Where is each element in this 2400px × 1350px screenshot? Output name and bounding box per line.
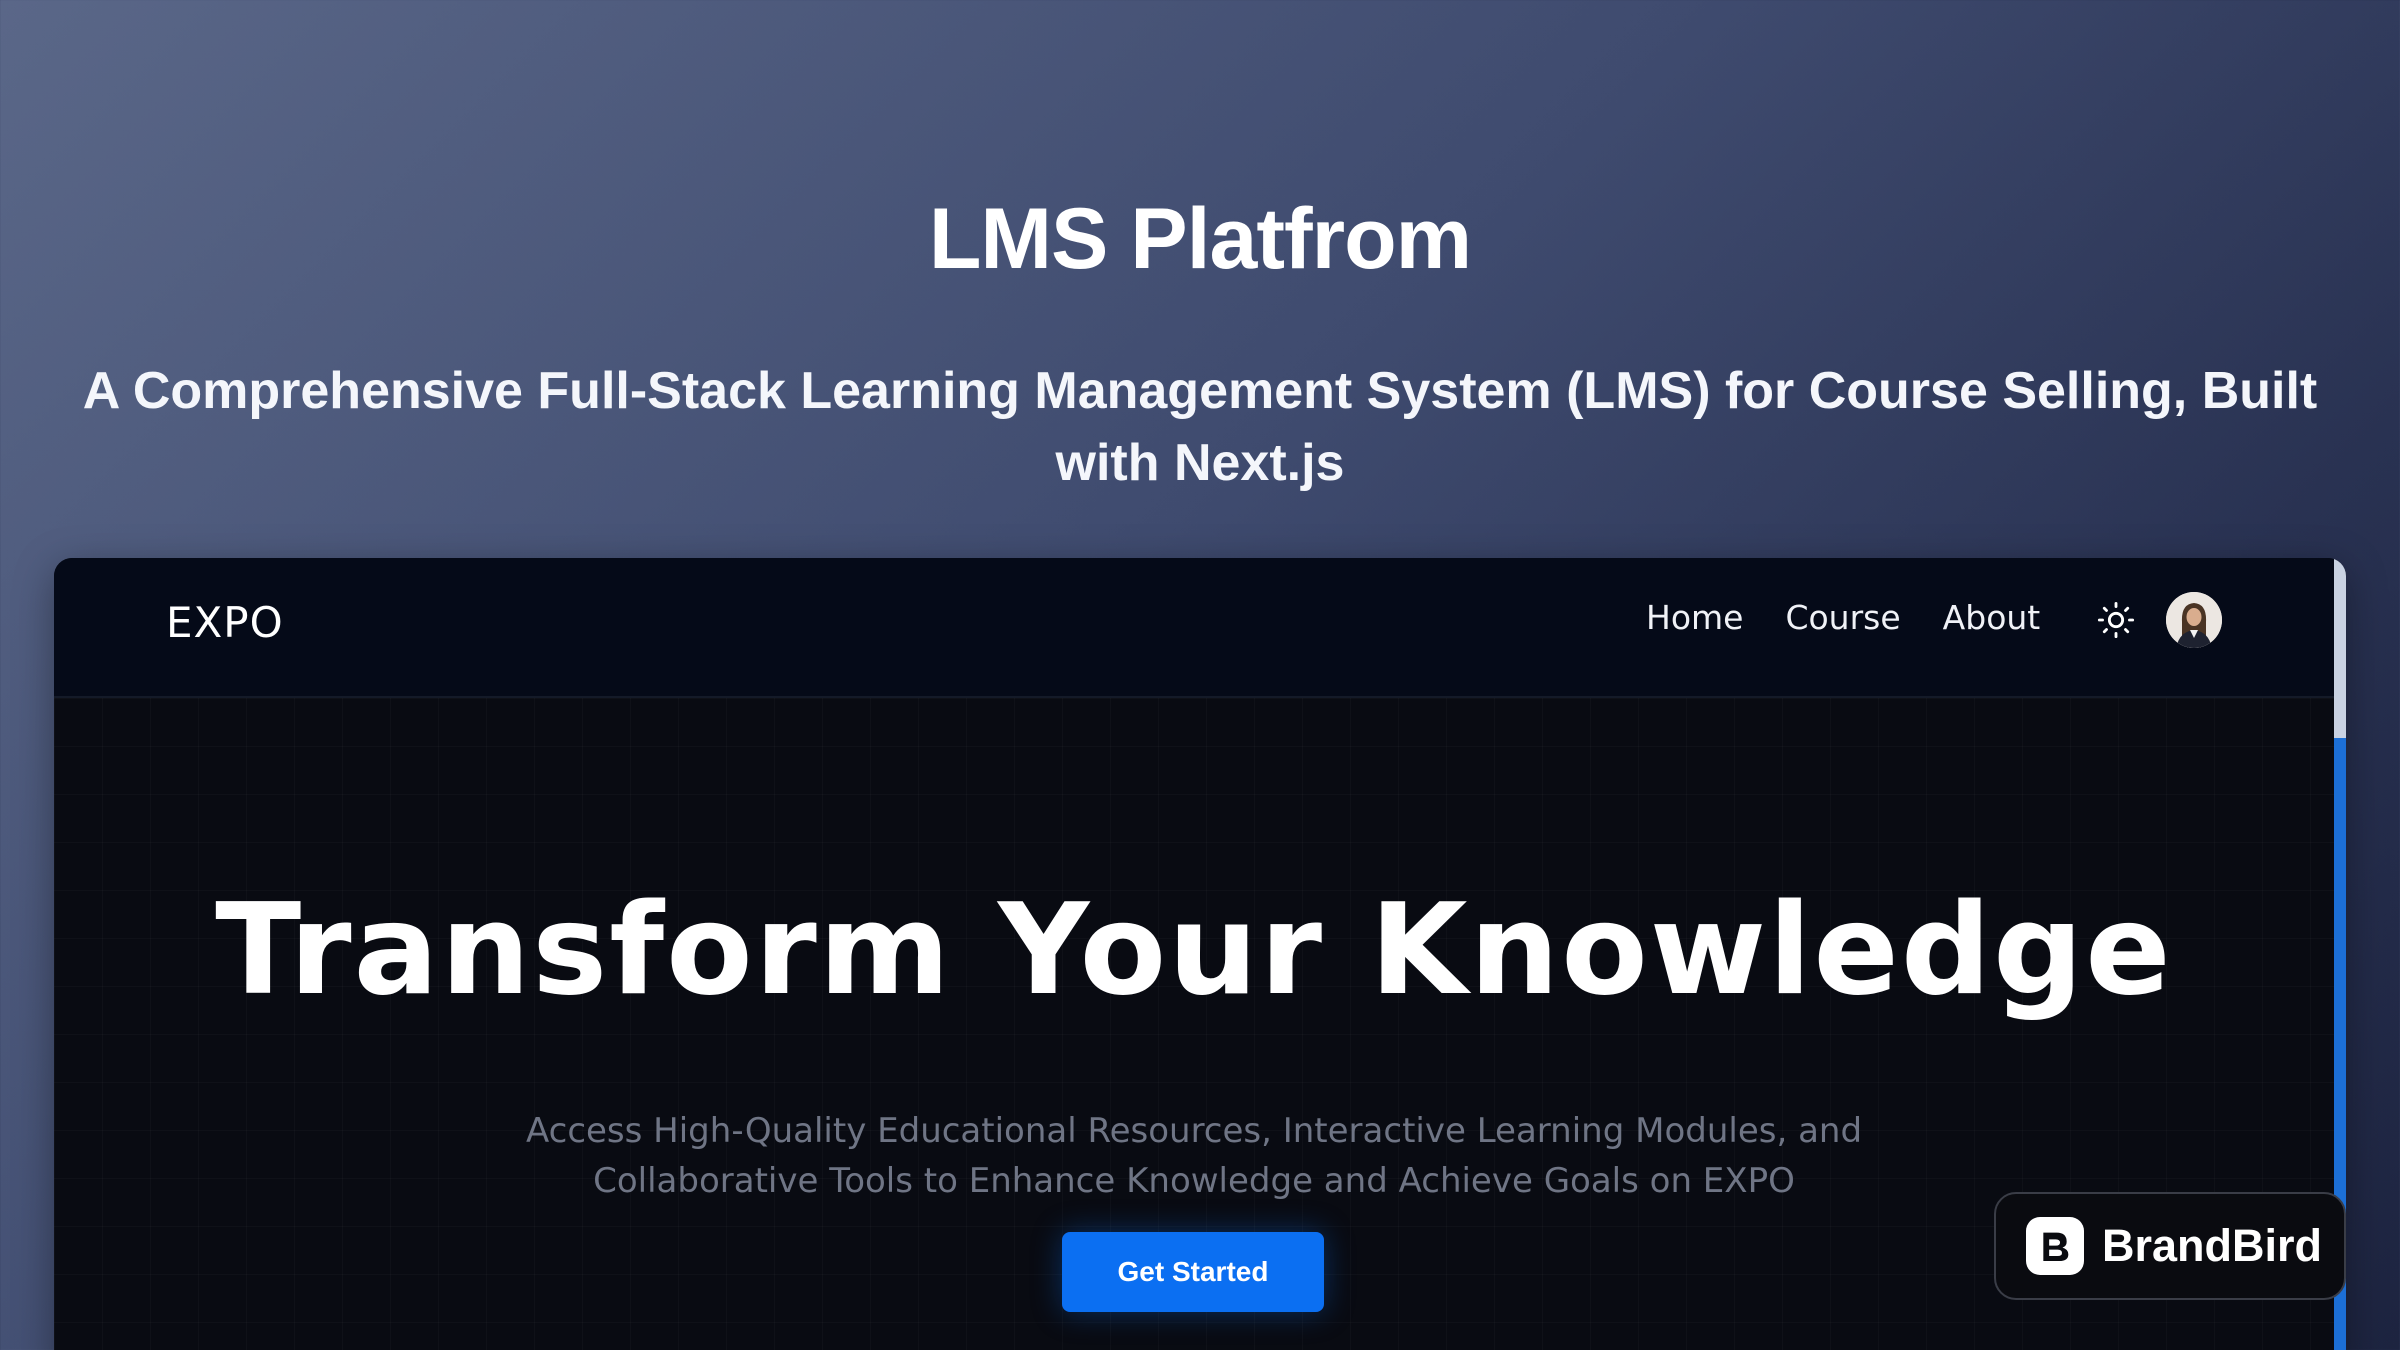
nav-link-course[interactable]: Course	[1785, 598, 1900, 637]
scrollbar-thumb[interactable]	[2334, 558, 2346, 738]
brandbird-name: BrandBird	[2102, 1220, 2323, 1271]
get-started-button[interactable]: Get Started	[1062, 1232, 1324, 1312]
brandbird-badge[interactable]: BrandBird	[1994, 1192, 2346, 1300]
nav-link-home[interactable]: Home	[1646, 598, 1743, 637]
main-heading: Transform Your Knowledge	[215, 876, 2173, 1023]
site-logo[interactable]: EXPO	[166, 598, 284, 647]
hero-title: LMS Platfrom	[928, 191, 1472, 287]
sun-icon	[2097, 601, 2135, 639]
user-avatar[interactable]	[2166, 592, 2222, 648]
avatar-icon	[2166, 592, 2222, 648]
site-navbar: EXPO Home Course About	[54, 558, 2334, 698]
brandbird-logo-icon	[2026, 1217, 2084, 1275]
theme-toggle-button[interactable]	[2088, 592, 2144, 648]
nav-links: Home Course About	[1646, 598, 2040, 637]
nav-link-about[interactable]: About	[1943, 598, 2041, 637]
hero-subtitle: A Comprehensive Full-Stack Learning Mana…	[82, 362, 2318, 492]
main-description: Access High-Quality Educational Resource…	[525, 1111, 1863, 1201]
